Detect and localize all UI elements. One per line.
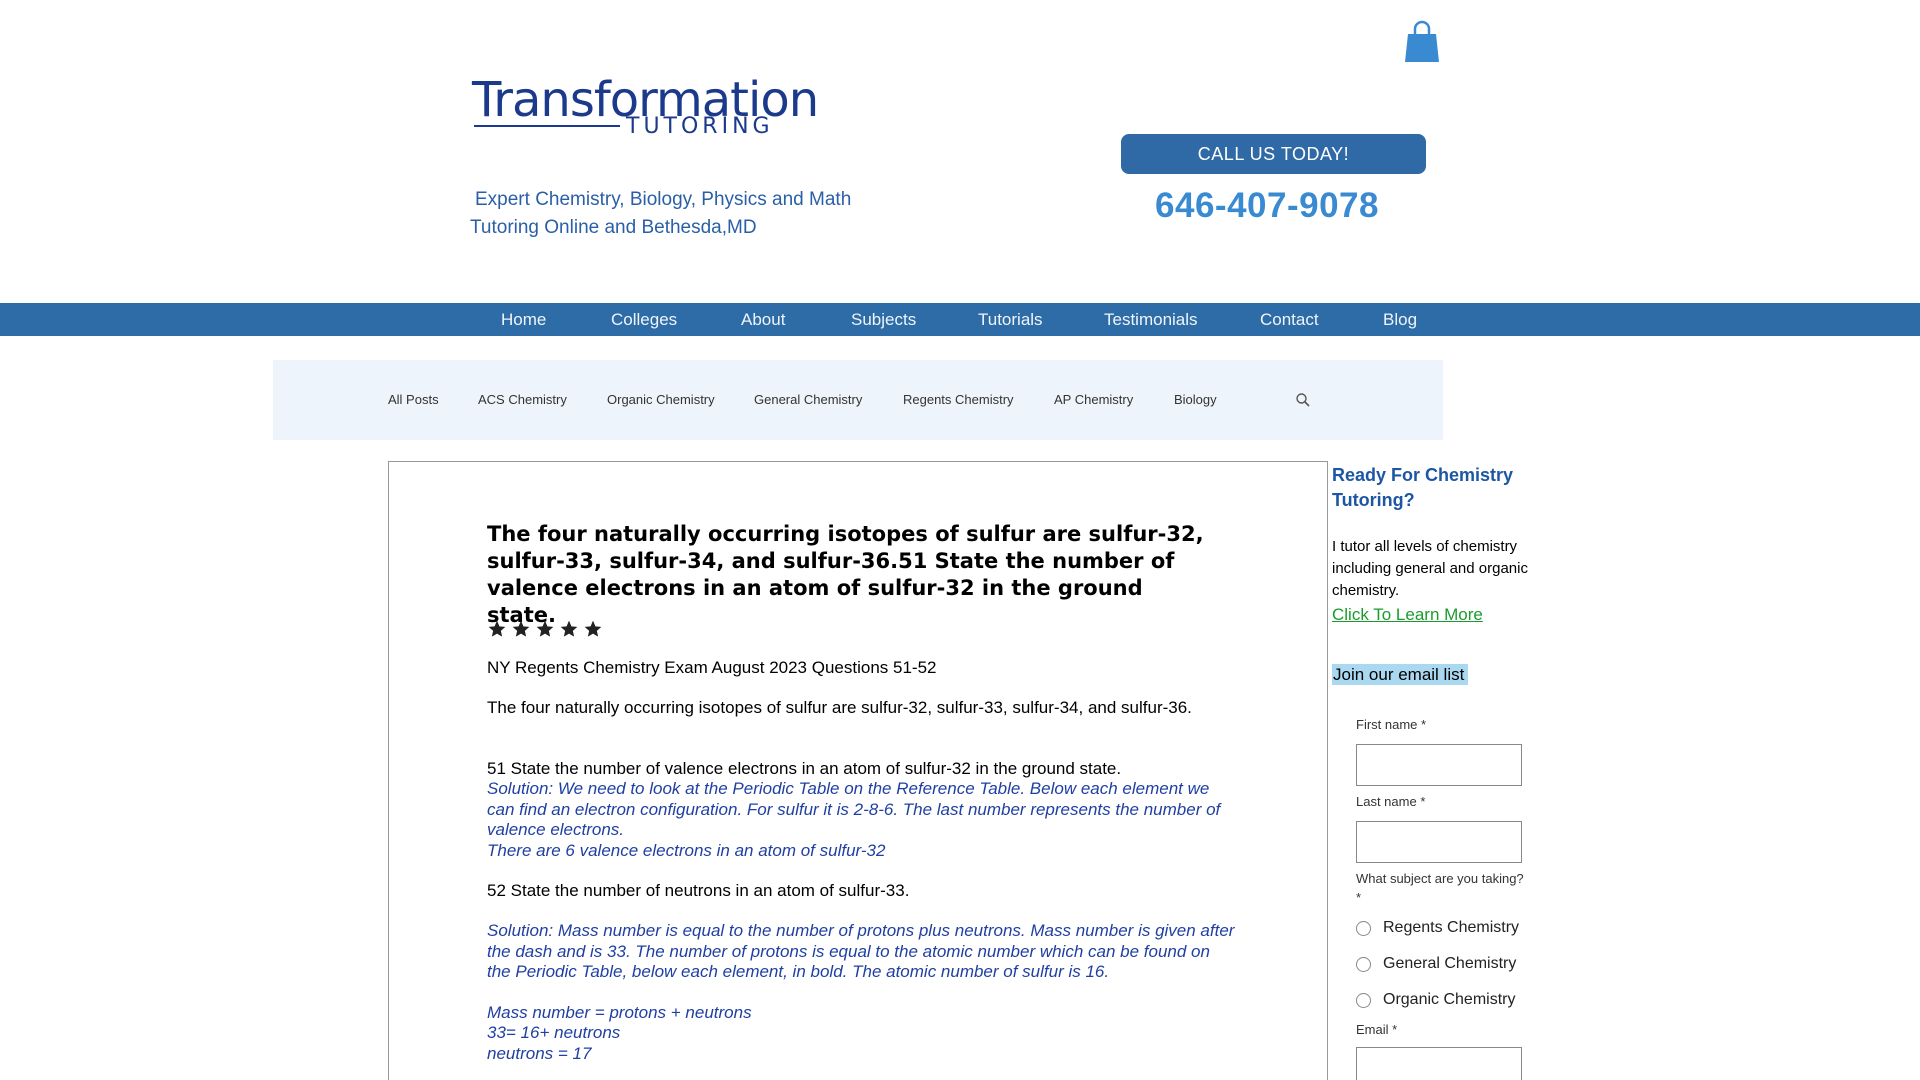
call-us-button[interactable]: CALL US TODAY! [1121,134,1426,174]
nav-testimonials[interactable]: Testimonials [1104,303,1198,336]
nav-home[interactable]: Home [501,303,546,336]
radio-button[interactable] [1356,956,1371,972]
category-general-chemistry[interactable]: General Chemistry [754,392,862,407]
blog-post: The four naturally occurring isotopes of… [388,461,1328,1080]
radio-label: Organic Chemistry [1383,991,1516,1008]
tagline: Expert Chemistry, Biology, Physics and M… [470,186,890,242]
answer-51: There are 6 valence electrons in an atom… [487,841,886,860]
equation-1: Mass number = protons + neutrons [487,1003,752,1022]
question-52: 52 State the number of neutrons in an at… [487,881,910,900]
category-ap-chemistry[interactable]: AP Chemistry [1054,392,1133,407]
question-51: 51 State the number of valence electrons… [487,759,1122,778]
shopping-bag-icon[interactable] [1404,20,1440,64]
nav-tutorials[interactable]: Tutorials [978,303,1043,336]
blog-category-bar: All Posts ACS Chemistry Organic Chemistr… [273,360,1443,440]
last-name-field[interactable] [1356,821,1522,863]
subject-option-organic[interactable]: Organic Chemistry [1356,991,1515,1009]
sidebar-heading: Ready For Chemistry Tutoring? [1332,465,1514,510]
email-field[interactable] [1356,1047,1522,1080]
category-organic-chemistry[interactable]: Organic Chemistry [607,392,715,407]
sidebar-text: I tutor all levels of chemistry includin… [1332,538,1528,599]
category-biology[interactable]: Biology [1174,392,1217,407]
post-title: The four naturally occurring isotopes of… [487,522,1204,627]
solution-52: Solution: Mass number is equal to the nu… [487,921,1235,981]
solution-51: Solution: We need to look at the Periodi… [487,779,1221,839]
radio-button[interactable] [1356,992,1371,1008]
learn-more-link[interactable]: Click To Learn More [1332,603,1562,627]
subject-option-regents[interactable]: Regents Chemistry [1356,919,1519,937]
nav-blog[interactable]: Blog [1383,303,1417,336]
first-name-label: First name * [1356,717,1427,732]
join-email-heading: Join our email list [1332,664,1469,685]
first-name-field[interactable] [1356,744,1522,786]
nav-subjects[interactable]: Subjects [851,303,916,336]
equation-3: neutrons = 17 [487,1044,592,1063]
star-icon [536,620,554,637]
star-icon [488,620,506,637]
last-name-label: Last name * [1356,794,1426,809]
star-icon [512,620,530,637]
nav-colleges[interactable]: Colleges [611,303,677,336]
star-rating[interactable] [487,619,603,639]
logo-underline [474,125,620,127]
radio-label: Regents Chemistry [1383,919,1520,936]
radio-label: General Chemistry [1383,955,1517,972]
exam-line: NY Regents Chemistry Exam August 2023 Qu… [487,658,937,677]
subject-option-general[interactable]: General Chemistry [1356,955,1516,973]
logo[interactable]: Transformation TUTORING [472,72,819,142]
sidebar-promo: Ready For Chemistry Tutoring? I tutor al… [1332,463,1562,627]
intro-paragraph: The four naturally occurring isotopes of… [487,698,1192,717]
nav-about[interactable]: About [741,303,785,336]
main-nav: Home Colleges About Subjects Tutorials T… [0,303,1920,336]
nav-contact[interactable]: Contact [1260,303,1319,336]
star-icon [584,620,602,637]
tagline-line-2: Tutoring Online and Bethesda,MD [470,217,757,238]
subject-question-label: What subject are you taking? * [1356,871,1524,905]
phone-number[interactable]: 646-407-9078 [1121,186,1413,226]
category-regents-chemistry[interactable]: Regents Chemistry [903,392,1014,407]
category-all-posts[interactable]: All Posts [388,392,439,407]
category-acs-chemistry[interactable]: ACS Chemistry [478,392,567,407]
equation-2: 33= 16+ neutrons [487,1023,621,1042]
radio-button[interactable] [1356,920,1371,936]
search-icon[interactable] [1295,392,1311,408]
logo-subtitle: TUTORING [626,114,774,139]
tagline-line-1: Expert Chemistry, Biology, Physics and M… [475,189,852,210]
star-icon [560,620,578,637]
email-label: Email * [1356,1022,1398,1037]
